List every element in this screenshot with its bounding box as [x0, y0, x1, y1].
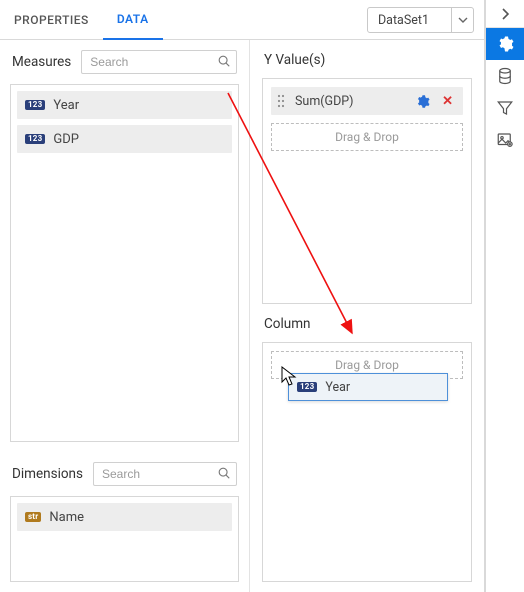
tab-properties[interactable]: PROPERTIES — [0, 0, 103, 39]
field-label: GDP — [53, 132, 79, 147]
dimensions-search-input[interactable] — [93, 462, 237, 486]
filter-button[interactable] — [486, 92, 524, 124]
chevron-down-icon — [451, 8, 473, 32]
column-title: Column — [250, 304, 484, 338]
yvalues-title: Y Value(s) — [250, 40, 484, 74]
string-badge-icon: str — [25, 512, 41, 522]
chevron-right-icon[interactable] — [486, 0, 524, 28]
right-toolbar — [485, 0, 524, 592]
measure-field[interactable]: 123 GDP — [17, 125, 232, 153]
dimensions-list: str Name — [10, 496, 239, 582]
search-icon — [217, 54, 231, 72]
gear-icon[interactable] — [415, 94, 430, 109]
measures-title: Measures — [12, 54, 71, 70]
settings-gear-button[interactable] — [486, 28, 524, 60]
field-label: Name — [49, 510, 84, 525]
field-label: Year — [53, 98, 79, 113]
column-dropzone[interactable]: Drag & Drop — [271, 351, 463, 379]
column-dropbox[interactable]: Drag & Drop — [262, 342, 472, 582]
dataset-selector[interactable]: DataSet1 — [367, 7, 474, 33]
search-icon — [217, 466, 231, 484]
measure-field[interactable]: 123 Year — [17, 91, 232, 119]
tab-data[interactable]: DATA — [103, 0, 163, 40]
dimension-field[interactable]: str Name — [17, 503, 232, 531]
yvalues-dropbox[interactable]: Sum(GDP) ✕ Drag & Drop — [262, 78, 472, 304]
pill-label: Sum(GDP) — [295, 94, 407, 109]
remove-icon[interactable]: ✕ — [438, 94, 457, 109]
numeric-badge-icon: 123 — [25, 134, 45, 144]
dataset-selected-label: DataSet1 — [368, 13, 451, 28]
yvalue-pill[interactable]: Sum(GDP) ✕ — [271, 87, 463, 115]
numeric-badge-icon: 123 — [25, 100, 45, 110]
measures-search-input[interactable] — [81, 50, 237, 74]
yvalues-dropzone[interactable]: Drag & Drop — [271, 123, 463, 151]
image-settings-button[interactable] — [486, 124, 524, 156]
measures-list: 123 Year 123 GDP — [10, 84, 239, 442]
data-source-button[interactable] — [486, 60, 524, 92]
dimensions-title: Dimensions — [12, 466, 83, 482]
header-bar: PROPERTIES DATA DataSet1 — [0, 0, 484, 40]
grip-icon — [277, 94, 287, 108]
